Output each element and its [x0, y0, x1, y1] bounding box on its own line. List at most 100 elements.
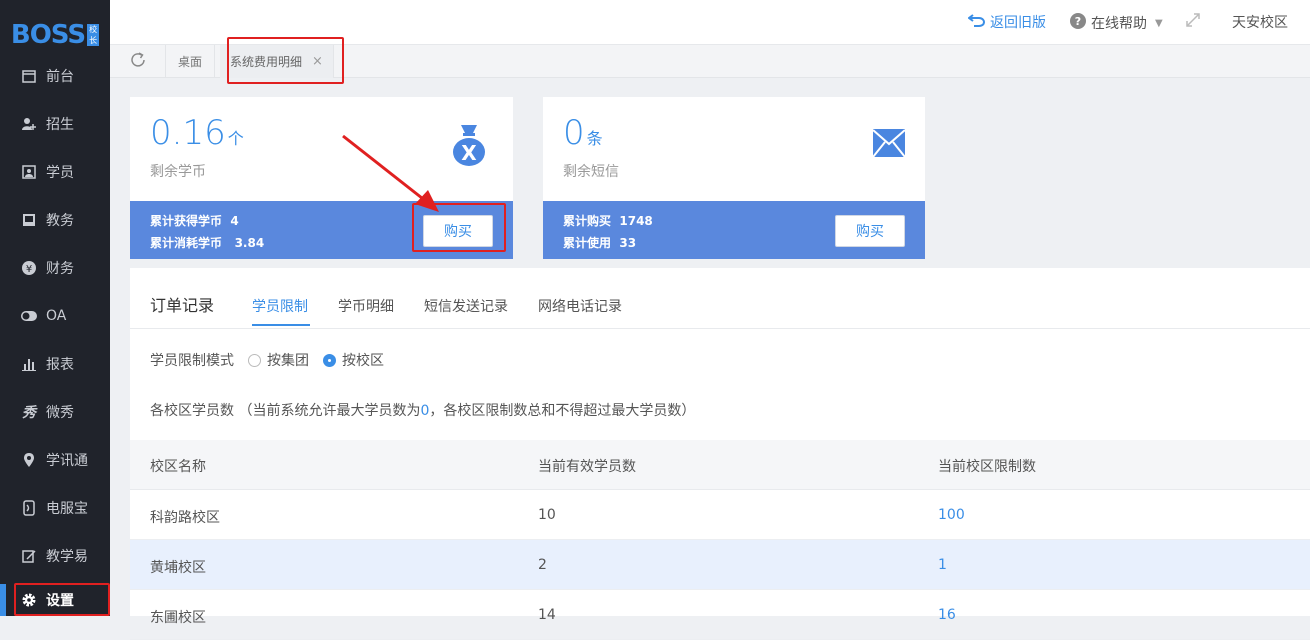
radio-by-group-label[interactable]: 按集团	[267, 350, 309, 370]
coin-remaining: 0.16 个	[150, 113, 244, 153]
tab-student-limit[interactable]: 学员限制	[252, 296, 308, 316]
highlight-box-settings	[14, 583, 110, 616]
student-card-icon	[20, 163, 38, 181]
calendar-icon	[20, 67, 38, 85]
active-tab-underline	[252, 324, 310, 326]
online-help-label: 在线帮助	[1091, 16, 1147, 32]
phone-icon	[20, 499, 38, 517]
sms-card-footer: 累计购买 1748 累计使用 33 购买	[543, 201, 925, 259]
sidebar-item-label: 学讯通	[46, 453, 88, 469]
sidebar-item-weixiu[interactable]: 秀 微秀	[0, 392, 110, 432]
campus-label: 天安校区	[1232, 15, 1288, 31]
coin-earned-value: 4	[230, 214, 239, 228]
sidebar-item-students[interactable]: 学员	[0, 152, 110, 192]
sms-value: 0	[563, 113, 585, 153]
coin-label: 剩余学币	[150, 164, 206, 180]
xiu-icon: 秀	[22, 405, 36, 421]
column-header: 当前校区限制数	[938, 459, 1036, 475]
limit-mode-row: 学员限制模式 按集团 按校区	[150, 350, 384, 370]
buy-sms-button[interactable]: 购买	[835, 215, 905, 247]
tab-coin-detail[interactable]: 学币明细	[338, 296, 394, 316]
table-row[interactable]: 黄埔校区 2 1	[130, 540, 1310, 590]
annotation-arrow	[342, 134, 439, 212]
undo-icon	[967, 12, 986, 32]
sidebar-item-label: 教学易	[46, 549, 88, 565]
coin-earned: 累计获得学币 4	[150, 212, 239, 229]
logo-text: BOSS	[10, 20, 86, 50]
refresh-icon	[129, 51, 147, 72]
toggle-icon	[20, 307, 38, 325]
sidebar-item-oa[interactable]: OA	[0, 296, 110, 336]
back-old-version-link[interactable]: 返回旧版	[967, 12, 1046, 32]
campus-limit-link[interactable]: 1	[938, 557, 947, 573]
help-icon: ?	[1069, 12, 1087, 34]
online-help-menu[interactable]: ? 在线帮助 ▼	[1069, 12, 1163, 34]
divider	[130, 328, 1310, 329]
back-old-version-label: 返回旧版	[990, 15, 1046, 31]
sidebar-item-finance[interactable]: ¥ 财务	[0, 248, 110, 288]
edit-icon	[20, 547, 38, 565]
campus-limit-link[interactable]: 100	[938, 507, 965, 523]
sidebar-item-xuexuntong[interactable]: 学讯通	[0, 440, 110, 480]
table-row[interactable]: 东圃校区 14 16	[130, 590, 1310, 640]
sidebar-item-label: 学员	[46, 165, 74, 181]
campus-name: 东圃校区	[150, 610, 206, 626]
sidebar-item-jiaoxueyi[interactable]: 教学易	[0, 536, 110, 576]
sidebar-item-front-desk[interactable]: 前台	[0, 56, 110, 96]
coin-consumed-value: 3.84	[234, 236, 265, 250]
sms-bought-label: 累计购买	[563, 214, 612, 228]
sms-unit: 条	[586, 129, 603, 148]
yen-icon: ¥	[20, 259, 38, 277]
sidebar-item-label: 前台	[46, 69, 74, 85]
money-bag-icon: X	[449, 123, 489, 166]
active-students: 2	[538, 557, 547, 573]
tab-sms-log[interactable]: 短信发送记录	[424, 296, 508, 316]
sidebar-item-label: 微秀	[46, 405, 74, 421]
tab-call-log[interactable]: 网络电话记录	[538, 296, 622, 316]
active-students: 14	[538, 607, 556, 623]
column-header: 当前有效学员数	[538, 459, 636, 475]
user-add-icon	[20, 115, 38, 133]
location-icon	[20, 451, 38, 469]
refresh-button[interactable]	[110, 45, 166, 78]
sms-bought: 累计购买 1748	[563, 212, 653, 229]
svg-text:X: X	[461, 141, 477, 165]
chevron-down-icon: ▼	[1155, 17, 1163, 29]
sidebar-item-label: 教务	[46, 213, 74, 229]
coin-unit: 个	[227, 129, 244, 148]
sidebar-item-enroll[interactable]: 招生	[0, 104, 110, 144]
limit-mode-label: 学员限制模式	[150, 353, 234, 369]
bar-chart-icon	[20, 355, 38, 373]
sms-used: 累计使用 33	[563, 234, 636, 251]
sidebar-item-label: 电服宝	[46, 501, 88, 517]
table-row[interactable]: 科韵路校区 10 100	[130, 490, 1310, 540]
sms-used-value: 33	[619, 236, 637, 250]
column-header: 校区名称	[150, 459, 206, 475]
envelope-icon	[871, 127, 911, 169]
book-icon	[20, 211, 38, 229]
radio-by-group[interactable]	[248, 353, 261, 367]
sms-label: 剩余短信	[563, 164, 619, 180]
sidebar-item-reports[interactable]: 报表	[0, 344, 110, 384]
campus-name: 黄埔校区	[150, 560, 206, 576]
sidebar-item-label: OA	[46, 308, 67, 324]
campus-limit-description: 各校区学员数 （当前系统允许最大学员数为0，各校区限制数总和不得超过最大学员数）	[150, 400, 695, 420]
sidebar-item-label: 财务	[46, 261, 74, 277]
campus-selector[interactable]: 天安校区	[1232, 12, 1288, 32]
svg-text:?: ?	[1075, 15, 1081, 28]
coin-consumed-label: 累计消耗学币	[150, 236, 223, 250]
campus-limit-link[interactable]: 16	[938, 607, 956, 623]
highlight-box-tab	[227, 37, 344, 84]
orders-title: 订单记录	[150, 296, 215, 315]
sidebar-item-dianfubao[interactable]: 电服宝	[0, 488, 110, 528]
coin-consumed: 累计消耗学币 3.84	[150, 234, 264, 251]
orders-panel: 订单记录 学员限制 学币明细 短信发送记录 网络电话记录 学员限制模式 按集团 …	[130, 268, 1310, 640]
radio-by-campus-label[interactable]: 按校区	[342, 350, 384, 370]
tab-desktop[interactable]: 桌面	[166, 45, 216, 78]
campus-name: 科韵路校区	[150, 510, 220, 526]
sms-used-label: 累计使用	[563, 236, 612, 250]
fullscreen-button[interactable]	[1184, 11, 1202, 33]
radio-by-campus[interactable]	[323, 353, 336, 367]
sidebar-item-academic[interactable]: 教务	[0, 200, 110, 240]
sms-card: 0条 剩余短信 累计购买 1748 累计使用 33 购买	[543, 97, 925, 259]
